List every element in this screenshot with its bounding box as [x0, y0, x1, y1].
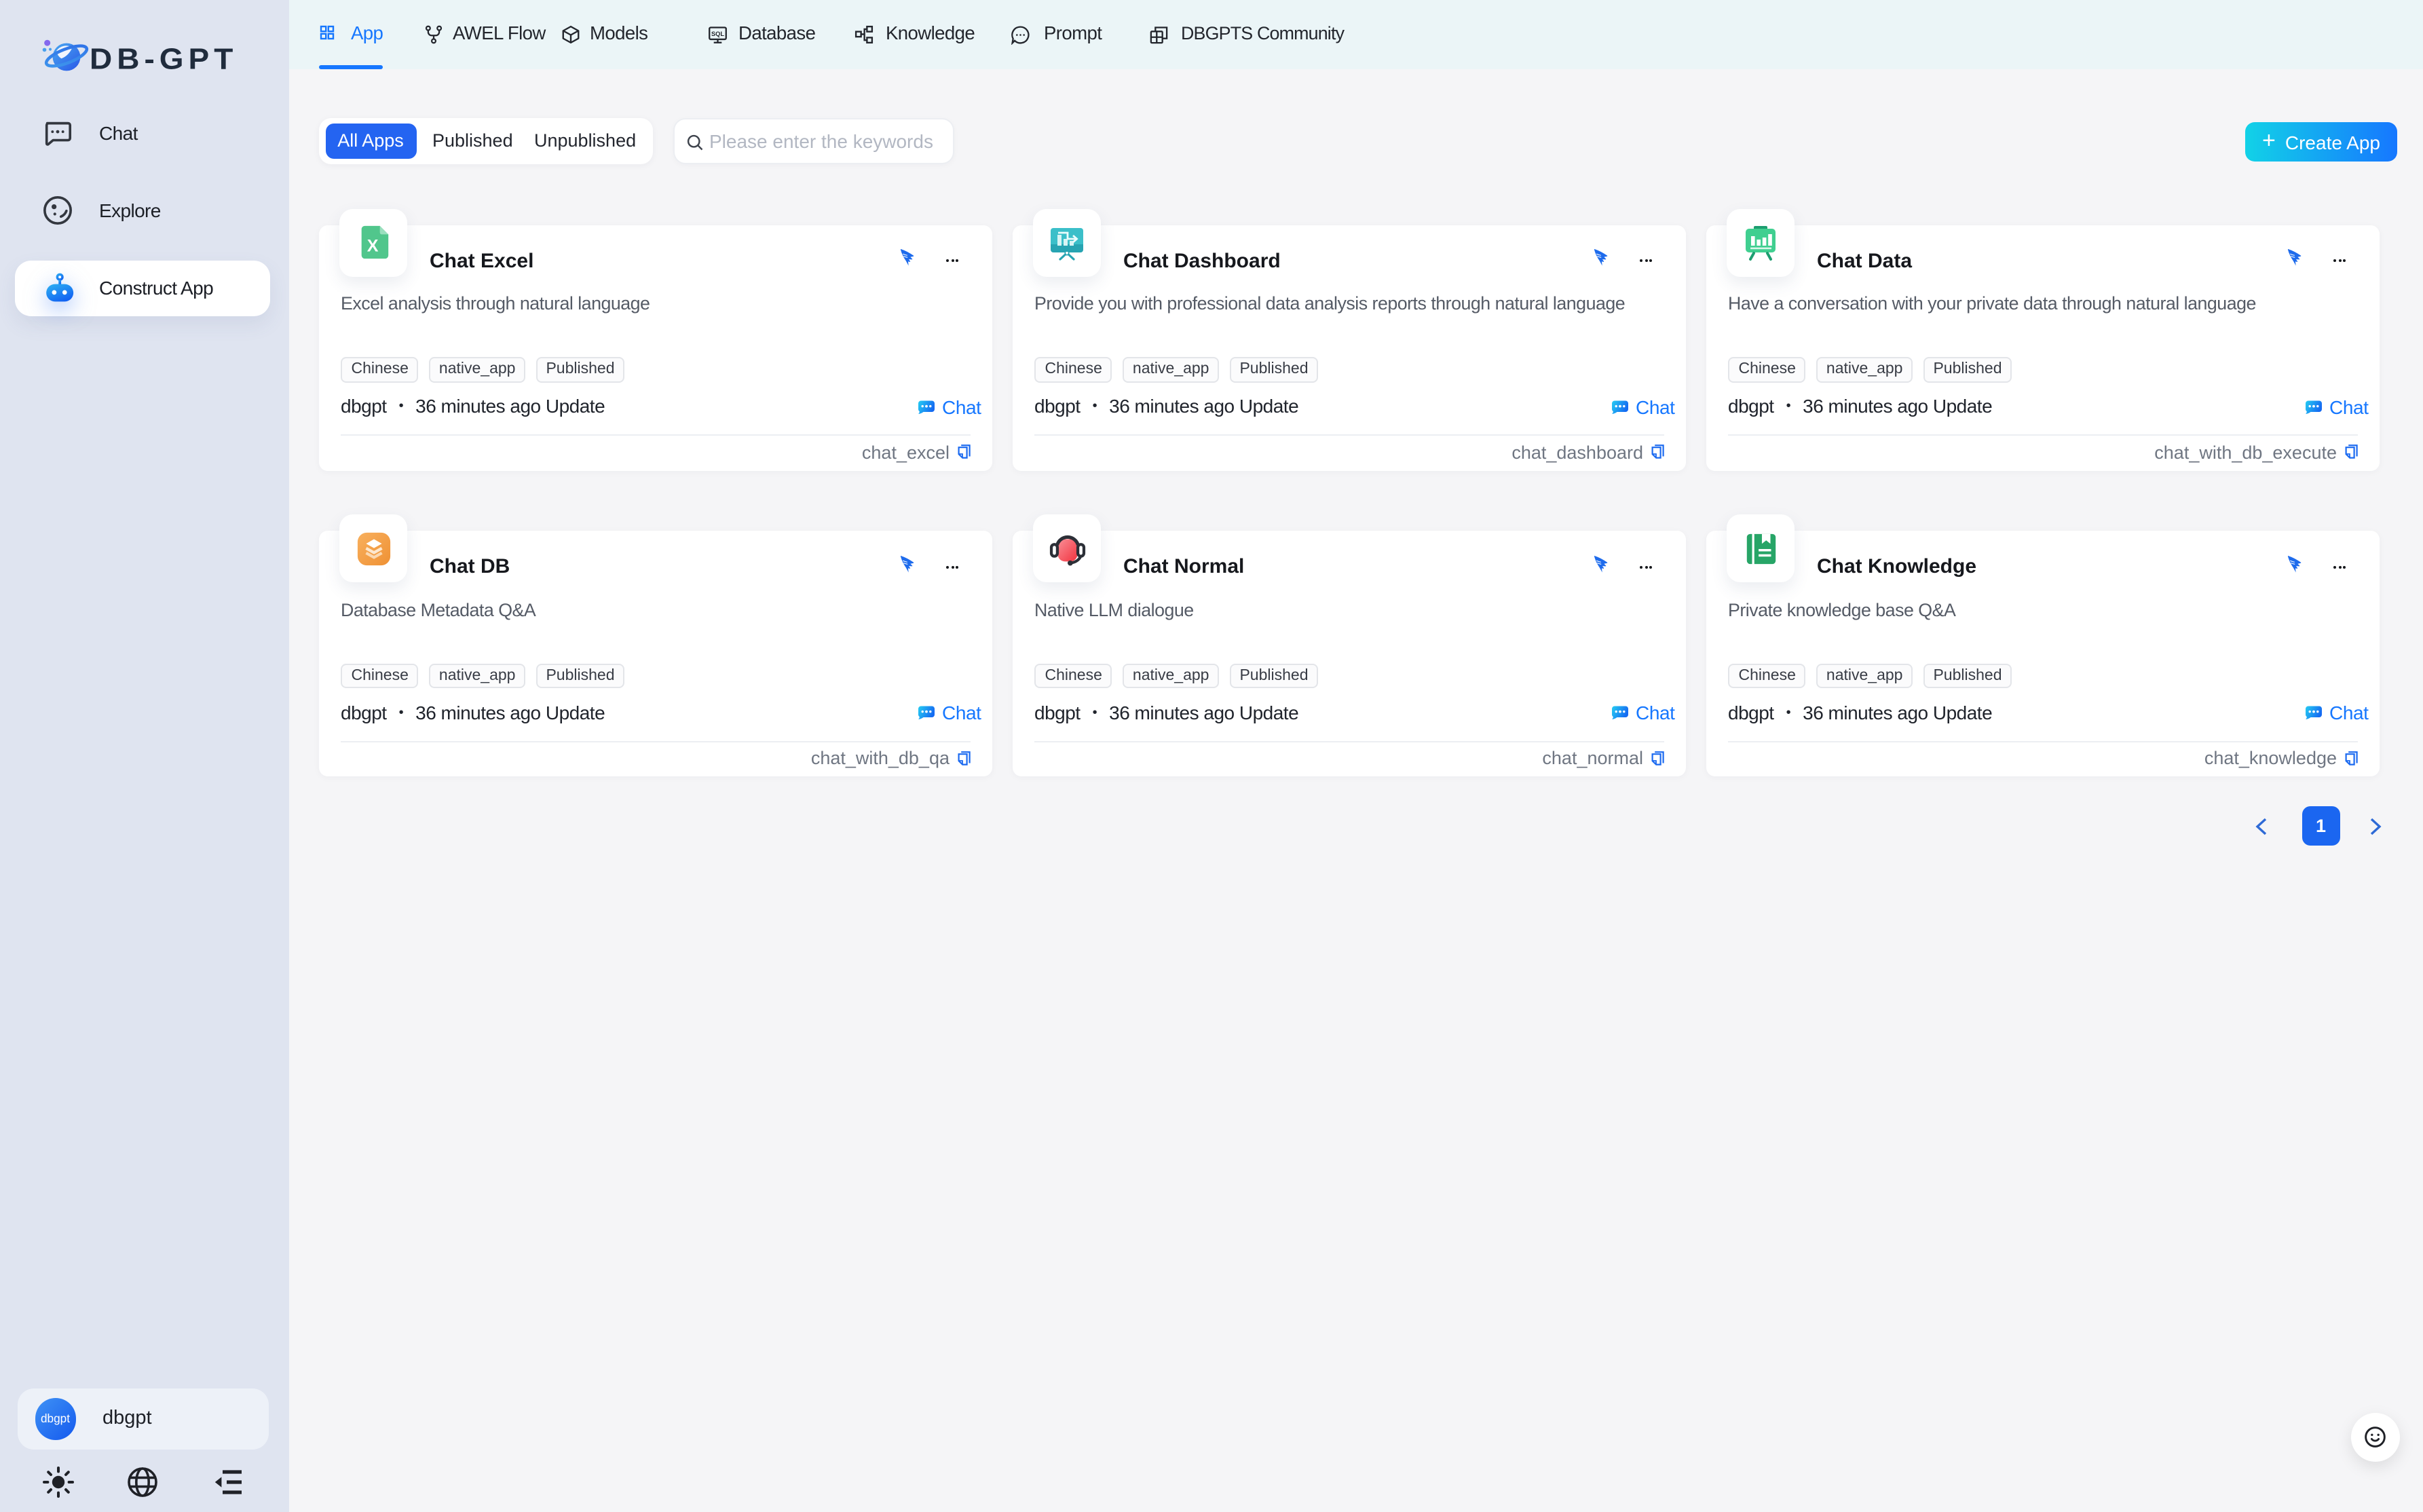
svg-text:SQL: SQL [711, 30, 724, 37]
svg-text:X: X [367, 237, 378, 256]
